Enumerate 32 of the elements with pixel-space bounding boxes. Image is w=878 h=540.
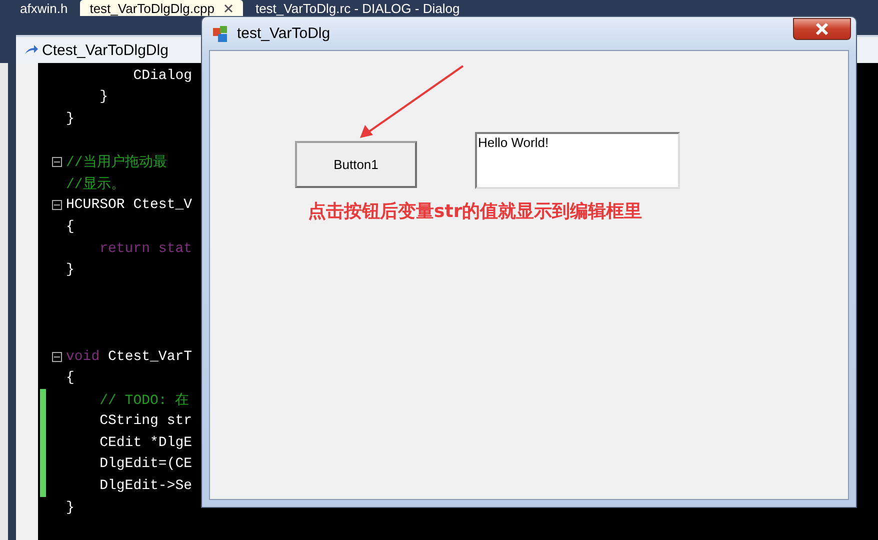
- code-line: // TODO: 在: [98, 392, 190, 409]
- code-line: CEdit *DlgE: [98, 434, 192, 451]
- code-line: }: [66, 110, 74, 127]
- close-button[interactable]: [793, 18, 851, 40]
- code-line: }: [66, 262, 74, 278]
- code-line: DlgEdit=(CE: [98, 456, 192, 472]
- window-title: test_VarToDlg: [237, 25, 332, 42]
- arrow-icon: [24, 45, 38, 55]
- code-line: //显示。: [66, 176, 125, 193]
- code-line: HCURSOR Ctest_V: [66, 197, 192, 214]
- edit-field[interactable]: Hello World!: [475, 132, 680, 189]
- collapse-icon[interactable]: [52, 352, 62, 362]
- code-line: }: [98, 89, 108, 106]
- close-icon: [814, 22, 830, 34]
- collapse-icon[interactable]: [52, 200, 62, 210]
- code-line: CString str: [98, 413, 192, 430]
- editor-tab[interactable]: afxwin.h: [10, 0, 78, 16]
- close-icon[interactable]: [224, 4, 234, 12]
- annotation-text: 点击按钮后变量str的值就显示到编辑框里: [308, 200, 642, 223]
- editor-tab[interactable]: test_VarToDlg.rc - DIALOG - Dialog: [245, 0, 470, 16]
- code-line: CDialog: [132, 68, 192, 84]
- code-line: }: [66, 500, 74, 516]
- code-line: return stat: [98, 240, 192, 257]
- code-line: DlgEdit->Se: [98, 478, 192, 494]
- class-name[interactable]: Ctest_VarToDlgDlg: [42, 42, 168, 58]
- editor-tab[interactable]: test_VarToDlgDlg.cpp: [80, 0, 244, 16]
- collapse-icon[interactable]: [52, 157, 62, 168]
- button1[interactable]: Button1: [295, 141, 417, 188]
- code-line: {: [66, 370, 74, 386]
- code-line: //当用户拖动最: [66, 153, 167, 172]
- code-line: {: [66, 218, 74, 235]
- code-line: void Ctest_VarT: [66, 348, 192, 365]
